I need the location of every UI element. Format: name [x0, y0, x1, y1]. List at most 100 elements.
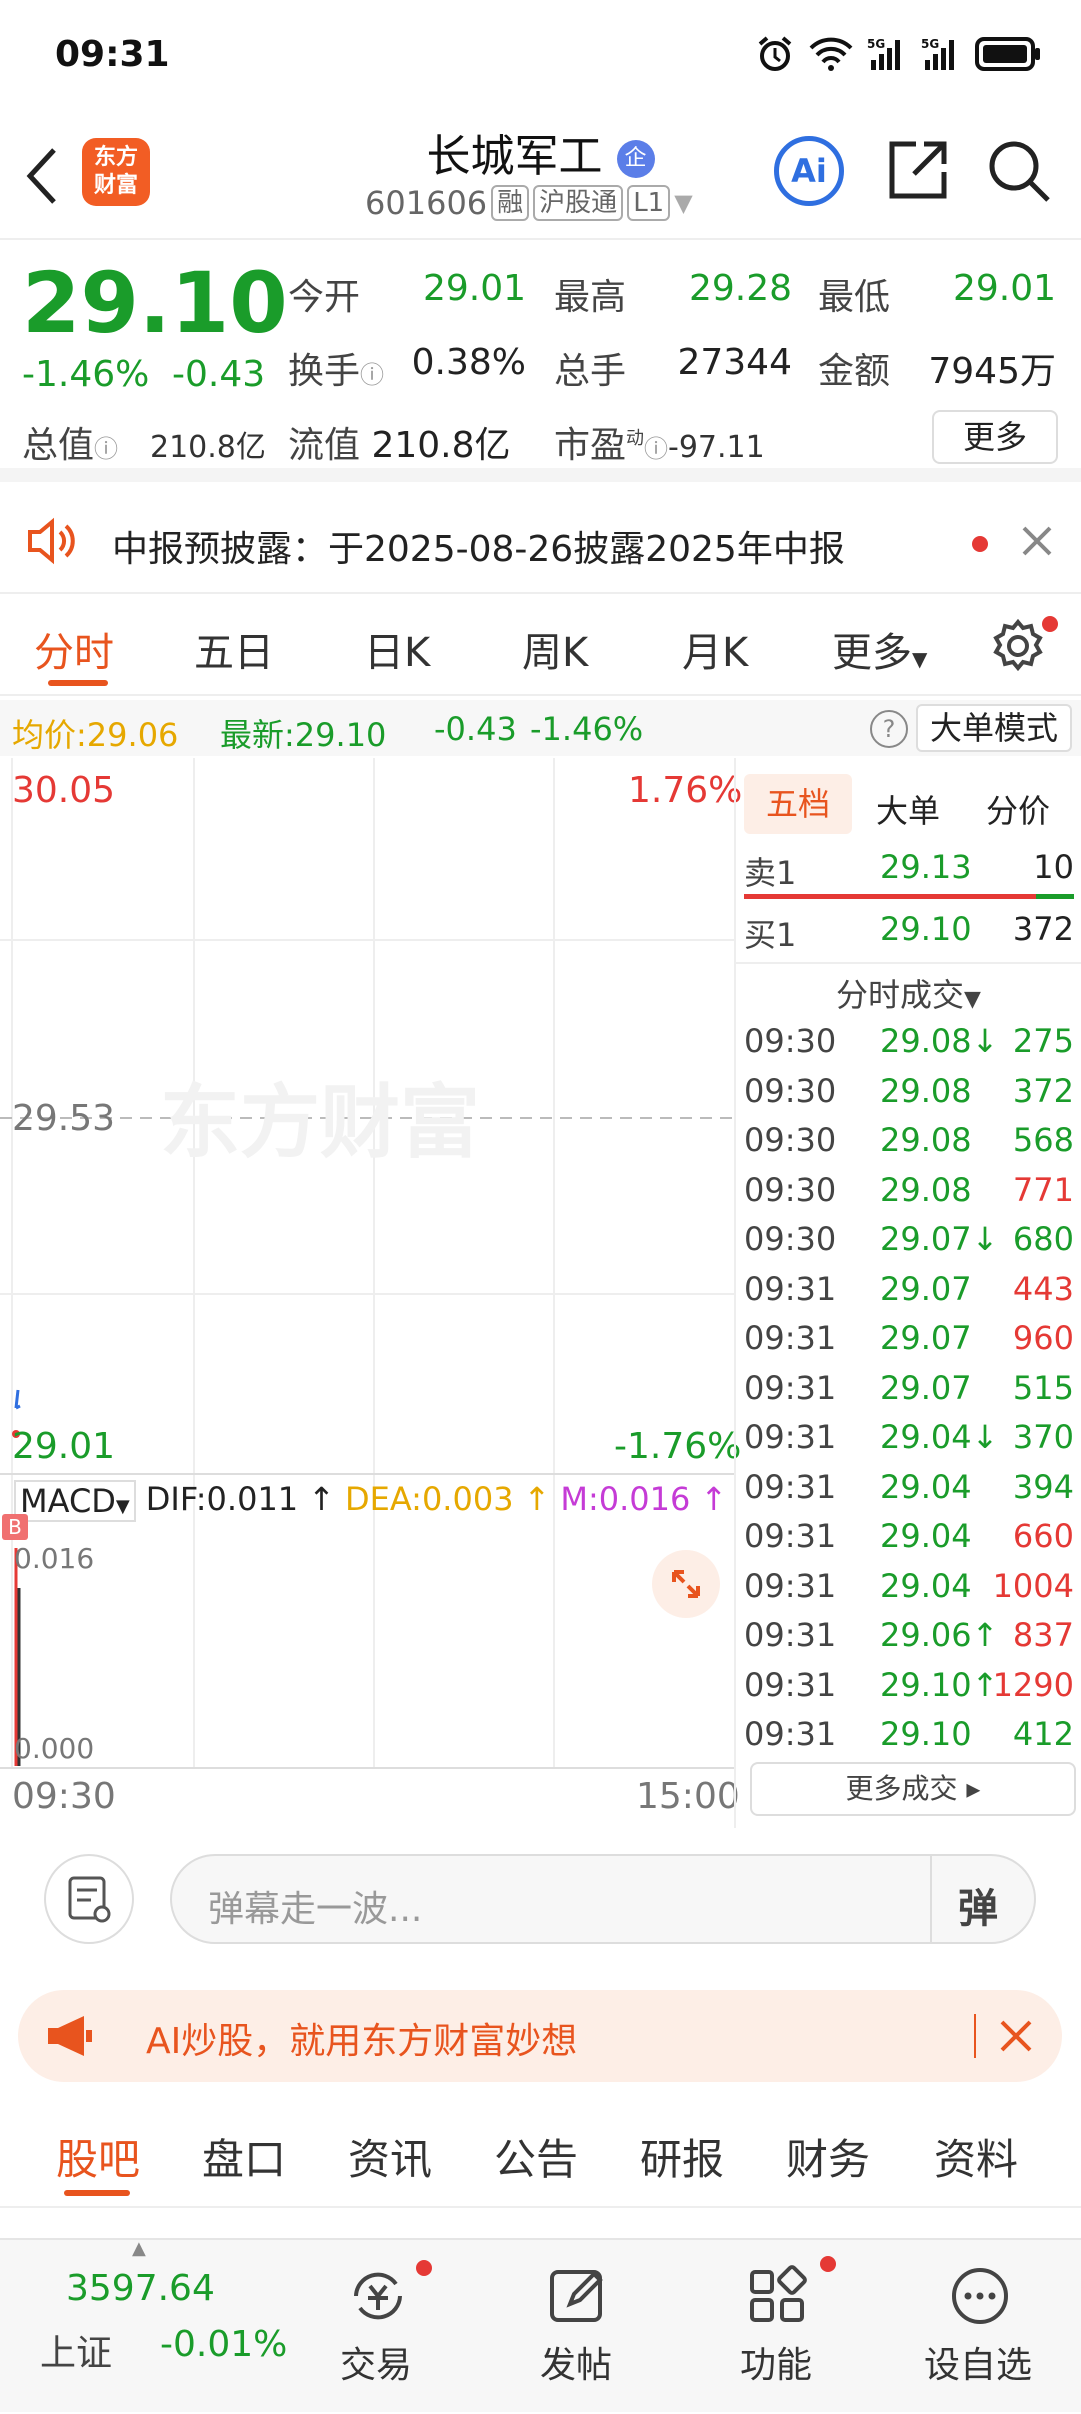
- danmu-toggle-button[interactable]: 弹: [958, 1876, 998, 1934]
- expand-icon[interactable]: [652, 1550, 720, 1618]
- low-value: 29.01: [952, 268, 1056, 309]
- trade-time: 09:30: [744, 1220, 837, 1258]
- trade-button[interactable]: 交易: [296, 2240, 456, 2414]
- buy-marker: B: [2, 1514, 28, 1540]
- post-button[interactable]: 发帖: [496, 2240, 656, 2414]
- trade-volume: 960: [1012, 1319, 1074, 1357]
- enterprise-badge: 企: [616, 140, 655, 178]
- latest-price: 最新:29.10: [220, 716, 387, 754]
- edit-icon: [550, 2270, 603, 2322]
- quote-panel: 29.10 -1.46% -0.43 今开 29.01 最高 29.28 最低 …: [0, 242, 1081, 482]
- tab-five-levels[interactable]: 五档: [744, 774, 852, 834]
- mktcap-label: 总值ⓘ: [22, 425, 119, 466]
- share-icon[interactable]: [886, 138, 950, 202]
- info-icon[interactable]: ⓘ: [360, 361, 384, 389]
- more-dots-icon: [952, 2268, 1008, 2324]
- trade-price: 29.04↓: [880, 1418, 999, 1456]
- trade-row: 09:30 29.07↓ 680: [744, 1220, 1074, 1268]
- trade-row: 09:31 29.04 1004: [744, 1567, 1074, 1615]
- trade-volume: 1004: [992, 1566, 1074, 1605]
- help-icon[interactable]: ?: [870, 710, 908, 748]
- macd-bottom-value: 0.000: [14, 1732, 95, 1765]
- macd-dea: DEA:0.003: [344, 1480, 514, 1518]
- tab-monthly-k[interactable]: 月K: [682, 620, 748, 678]
- tab-forum[interactable]: 股吧: [56, 2126, 140, 2187]
- content-tabs: 股吧 盘口 资讯 公告 研报 财务 资料: [0, 2098, 1081, 2208]
- tab-profile[interactable]: 资料: [934, 2126, 1018, 2187]
- notice-dot: [972, 536, 988, 552]
- tab-announcements[interactable]: 公告: [494, 2126, 578, 2187]
- macd-legend: MACD▼ DIF:0.011 ↑ DEA:0.003 ↑ M:0.016 ↑: [14, 1480, 727, 1522]
- search-icon[interactable]: [986, 138, 1052, 204]
- tab-price-dist[interactable]: 分价: [986, 786, 1050, 832]
- trade-row: 09:30 29.08 568: [744, 1121, 1074, 1169]
- trade-row: 09:31 29.10 412: [744, 1715, 1074, 1763]
- trade-volume: 370: [1012, 1418, 1074, 1456]
- close-icon[interactable]: [998, 2018, 1034, 2054]
- ai-button[interactable]: Ai: [774, 136, 844, 206]
- trade-price: 29.08: [880, 1071, 972, 1110]
- trade-volume: 680: [1012, 1220, 1074, 1258]
- tab-weekly-k[interactable]: 周K: [522, 620, 588, 678]
- function-button[interactable]: 功能: [696, 2240, 856, 2414]
- trade-price: 29.04: [880, 1517, 972, 1555]
- turnover-label: 换手ⓘ: [288, 351, 385, 392]
- index-change: -0.01%: [160, 2324, 288, 2365]
- avg-price: 均价:29.06: [12, 716, 179, 754]
- trade-time: 09:31: [744, 1566, 837, 1605]
- tab-more[interactable]: 更多▼: [832, 620, 927, 678]
- macd-top-value: 0.016: [14, 1542, 95, 1575]
- macd-selector[interactable]: MACD▼: [14, 1480, 136, 1522]
- tab-news[interactable]: 资讯: [348, 2126, 432, 2187]
- ai-promo-banner[interactable]: AI炒股，就用东方财富妙想: [18, 1990, 1062, 2082]
- big-order-mode-button[interactable]: 大单模式: [916, 704, 1072, 752]
- tab-big-orders[interactable]: 大单: [876, 786, 940, 832]
- tab-research[interactable]: 研报: [640, 2126, 724, 2187]
- more-button[interactable]: 更多: [932, 410, 1058, 464]
- info-icon[interactable]: ⓘ: [94, 435, 118, 463]
- signal-5g-icon: 5G: [867, 37, 900, 70]
- settings-gear-icon[interactable]: [990, 618, 1046, 674]
- trade-volume: 443: [1012, 1269, 1074, 1308]
- trade-row: 09:31 29.07 443: [744, 1270, 1074, 1318]
- float-label: 流值 210.8亿: [288, 425, 511, 466]
- change-value: -0.43: [172, 354, 266, 395]
- danmu-bar: 弹幕走一波... 弹: [0, 1830, 1081, 1970]
- info-icon[interactable]: ⓘ: [644, 435, 668, 463]
- tab-order-book[interactable]: 盘口: [202, 2126, 286, 2187]
- notice-text: 中报预披露：于2025-08-26披露2025年中报: [112, 529, 845, 570]
- open-value: 29.01: [422, 268, 526, 309]
- chart-bottom-pct: -1.76%: [614, 1426, 742, 1467]
- trade-price: 29.07: [880, 1368, 972, 1407]
- trade-time: 09:30: [744, 1022, 837, 1060]
- trade-time: 09:31: [744, 1665, 837, 1704]
- latest-change-pct: -1.46%: [530, 710, 644, 748]
- tab-intraday[interactable]: 分时: [34, 620, 114, 678]
- tab-financials[interactable]: 财务: [786, 2126, 870, 2187]
- trade-time: 09:31: [744, 1616, 837, 1654]
- notice-bar[interactable]: 中报预披露：于2025-08-26披露2025年中报: [0, 496, 1081, 594]
- danmu-input[interactable]: 弹幕走一波... 弹: [170, 1854, 1036, 1944]
- close-icon[interactable]: [1020, 524, 1054, 558]
- add-watchlist-button[interactable]: 设自选: [898, 2240, 1058, 2414]
- tab-five-day[interactable]: 五日: [194, 620, 274, 678]
- danmu-settings-button[interactable]: [44, 1854, 134, 1944]
- trade-price: 29.06↑: [880, 1616, 999, 1654]
- intraday-chart[interactable]: 东方财富 30.05 1.76% 29.53 29.01 -1.76% MACD…: [0, 758, 742, 1828]
- trade-volume: 837: [1012, 1616, 1074, 1654]
- more-trades-button[interactable]: 更多成交 ▸: [750, 1762, 1076, 1816]
- chart-bottom-price: 29.01: [12, 1426, 116, 1467]
- trade-volume: 660: [1012, 1517, 1074, 1555]
- trades-title[interactable]: 分时成交▼: [836, 970, 981, 1016]
- trade-volume: 771: [1012, 1170, 1074, 1209]
- amount-label: 金额: [818, 351, 891, 392]
- trade-volume: 372: [1012, 1071, 1074, 1110]
- trade-time: 09:31: [744, 1319, 837, 1357]
- tab-daily-k[interactable]: 日K: [364, 620, 430, 678]
- mktcap-value: 210.8亿: [150, 430, 266, 465]
- trade-volume: 515: [1012, 1368, 1074, 1407]
- stock-header: 东方 财富 长城军工 企 601606 融 沪股通 L1 ▼ Ai: [0, 110, 1081, 240]
- chevron-down-icon[interactable]: ▼: [674, 189, 692, 217]
- index-widget[interactable]: ▲ 3597.64 上证 -0.01%: [0, 2238, 300, 2414]
- trade-price: 29.04: [880, 1467, 972, 1506]
